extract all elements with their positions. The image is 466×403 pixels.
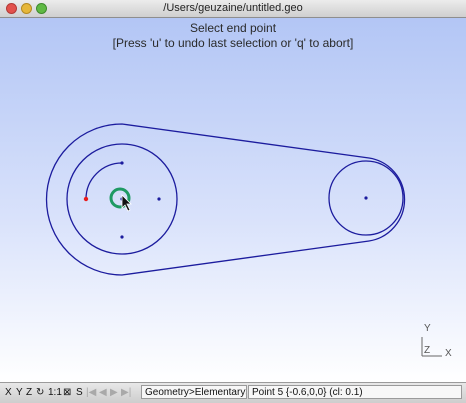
new-arc-curve[interactable] bbox=[85, 162, 123, 200]
right-center-point[interactable] bbox=[364, 196, 368, 200]
gmsh-window: /Users/geuzaine/untitled.geo Select end … bbox=[0, 0, 466, 403]
title-bar: /Users/geuzaine/untitled.geo bbox=[0, 0, 466, 18]
ortho-toggle-icon[interactable]: ⊠ bbox=[63, 387, 71, 399]
point-right[interactable] bbox=[157, 197, 161, 201]
window-title: /Users/geuzaine/untitled.geo bbox=[163, 2, 303, 14]
z-axis-label: Z bbox=[424, 345, 431, 356]
y-axis-label: Y bbox=[424, 323, 431, 334]
point-top[interactable] bbox=[120, 161, 124, 165]
view-y-button[interactable]: Y bbox=[16, 387, 23, 399]
axes-indicator: Y Z X bbox=[414, 321, 464, 361]
module-path-field: Geometry>Elementary>A bbox=[141, 385, 247, 399]
point-bottom[interactable] bbox=[120, 235, 124, 239]
scale-one-to-one-button[interactable]: 1:1 bbox=[48, 387, 62, 399]
first-step-icon[interactable]: |◀ bbox=[86, 387, 96, 399]
play-icon[interactable]: ▶ bbox=[110, 387, 118, 399]
view-x-button[interactable]: X bbox=[5, 387, 12, 399]
previous-step-icon[interactable]: ◀ bbox=[99, 387, 107, 399]
view-z-button[interactable]: Z bbox=[26, 387, 32, 399]
rotate-view-icon[interactable]: ↻ bbox=[36, 387, 44, 399]
point-info-field: Point 5 {-0.6,0,0} (cl: 0.1) bbox=[248, 385, 462, 399]
last-step-icon[interactable]: ▶| bbox=[121, 387, 131, 399]
geometry-drawing[interactable] bbox=[0, 18, 466, 382]
show-messages-button[interactable]: S bbox=[76, 387, 83, 399]
selected-point[interactable] bbox=[83, 196, 89, 202]
graphics-canvas[interactable]: Select end point [Press 'u' to undo last… bbox=[0, 18, 466, 382]
outer-loop-curve[interactable] bbox=[45, 123, 406, 276]
x-axis-label: X bbox=[445, 348, 452, 359]
status-bar: X Y Z ↻ 1:1 ⊠ S |◀ ◀ ▶ ▶| Geometry>Eleme… bbox=[0, 382, 466, 403]
